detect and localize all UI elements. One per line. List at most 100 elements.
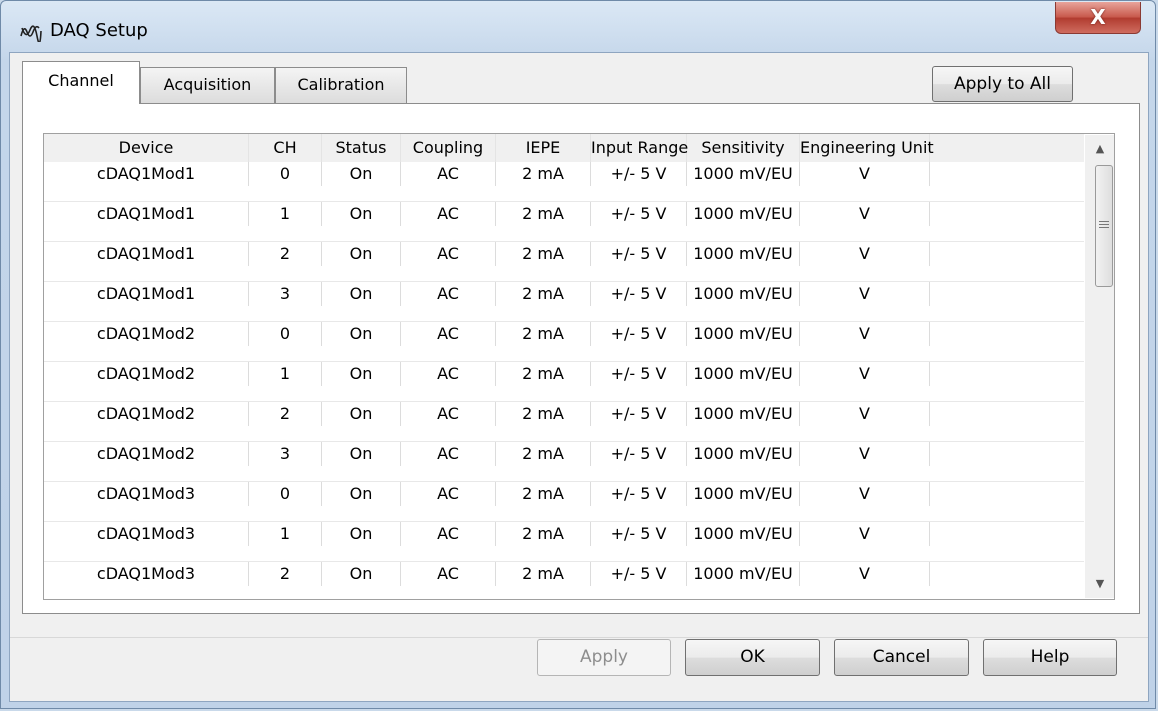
cell-coupling[interactable]: AC xyxy=(401,402,496,426)
column-header-input-range[interactable]: Input Range xyxy=(591,134,688,162)
cell-device[interactable]: cDAQ1Mod1 xyxy=(44,202,249,226)
close-button[interactable]: X xyxy=(1055,2,1141,34)
cell-sensitivity[interactable]: 1000 mV/EU xyxy=(687,162,800,186)
tab-acquisition[interactable]: Acquisition xyxy=(140,67,275,103)
cell-input-range[interactable]: +/- 5 V xyxy=(591,322,687,346)
table-row[interactable]: cDAQ1Mod2 1 On AC 2 mA +/- 5 V 1000 mV/EU V xyxy=(44,362,1084,402)
cell-coupling[interactable]: AC xyxy=(401,362,496,386)
cell-coupling[interactable]: AC xyxy=(401,322,496,346)
column-header-status[interactable]: Status xyxy=(322,134,401,162)
column-header-sensitivity[interactable]: Sensitivity xyxy=(687,134,800,162)
cell-coupling[interactable]: AC xyxy=(401,562,496,586)
cell-iepe[interactable]: 2 mA xyxy=(496,442,591,466)
cell-engineering-unit[interactable]: V xyxy=(800,522,930,546)
cell-input-range[interactable]: +/- 5 V xyxy=(591,242,687,266)
cell-coupling[interactable]: AC xyxy=(401,522,496,546)
cell-sensitivity[interactable]: 1000 mV/EU xyxy=(687,362,800,386)
cell-engineering-unit[interactable]: V xyxy=(800,282,930,306)
cell-engineering-unit[interactable]: V xyxy=(800,562,930,586)
cell-ch[interactable]: 0 xyxy=(249,322,322,346)
cell-ch[interactable]: 1 xyxy=(249,202,322,226)
vertical-scrollbar[interactable]: ▲ ▼ xyxy=(1085,135,1114,598)
cell-device[interactable]: cDAQ1Mod1 xyxy=(44,282,249,306)
cell-engineering-unit[interactable]: V xyxy=(800,162,930,186)
cell-iepe[interactable]: 2 mA xyxy=(496,402,591,426)
ok-button[interactable]: OK xyxy=(685,639,820,676)
tab-channel[interactable]: Channel xyxy=(22,61,140,104)
cell-engineering-unit[interactable]: V xyxy=(800,202,930,226)
cell-sensitivity[interactable]: 1000 mV/EU xyxy=(687,242,800,266)
cell-sensitivity[interactable]: 1000 mV/EU xyxy=(687,442,800,466)
cell-ch[interactable]: 2 xyxy=(249,242,322,266)
cell-sensitivity[interactable]: 1000 mV/EU xyxy=(687,202,800,226)
table-row[interactable]: cDAQ1Mod2 2 On AC 2 mA +/- 5 V 1000 mV/EU V xyxy=(44,402,1084,442)
cell-ch[interactable]: 2 xyxy=(249,562,322,586)
cell-input-range[interactable]: +/- 5 V xyxy=(591,482,687,506)
cell-input-range[interactable]: +/- 5 V xyxy=(591,442,687,466)
cell-status[interactable]: On xyxy=(322,282,401,306)
cell-engineering-unit[interactable]: V xyxy=(800,482,930,506)
cell-iepe[interactable]: 2 mA xyxy=(496,562,591,586)
cell-engineering-unit[interactable]: V xyxy=(800,322,930,346)
cell-iepe[interactable]: 2 mA xyxy=(496,482,591,506)
cell-status[interactable]: On xyxy=(322,162,401,186)
cell-engineering-unit[interactable]: V xyxy=(800,402,930,426)
scroll-up-arrow-icon[interactable]: ▲ xyxy=(1085,135,1114,163)
cell-device[interactable]: cDAQ1Mod1 xyxy=(44,162,249,186)
cell-sensitivity[interactable]: 1000 mV/EU xyxy=(687,282,800,306)
cell-coupling[interactable]: AC xyxy=(401,482,496,506)
cell-engineering-unit[interactable]: V xyxy=(800,362,930,386)
column-header-ch[interactable]: CH xyxy=(249,134,322,162)
table-row[interactable]: cDAQ1Mod2 0 On AC 2 mA +/- 5 V 1000 mV/EU V xyxy=(44,322,1084,362)
cell-sensitivity[interactable]: 1000 mV/EU xyxy=(687,482,800,506)
cell-input-range[interactable]: +/- 5 V xyxy=(591,402,687,426)
tab-calibration[interactable]: Calibration xyxy=(275,67,407,103)
cell-status[interactable]: On xyxy=(322,322,401,346)
cell-ch[interactable]: 2 xyxy=(249,402,322,426)
cell-input-range[interactable]: +/- 5 V xyxy=(591,162,687,186)
column-header-device[interactable]: Device xyxy=(44,134,249,162)
cell-coupling[interactable]: AC xyxy=(401,202,496,226)
cell-coupling[interactable]: AC xyxy=(401,282,496,306)
table-row[interactable]: cDAQ1Mod3 2 On AC 2 mA +/- 5 V 1000 mV/EU V xyxy=(44,562,1084,599)
table-row[interactable]: cDAQ1Mod1 3 On AC 2 mA +/- 5 V 1000 mV/EU V xyxy=(44,282,1084,322)
cell-ch[interactable]: 0 xyxy=(249,162,322,186)
column-header-coupling[interactable]: Coupling xyxy=(401,134,496,162)
cell-device[interactable]: cDAQ1Mod2 xyxy=(44,402,249,426)
cell-engineering-unit[interactable]: V xyxy=(800,442,930,466)
apply-button[interactable]: Apply xyxy=(537,639,671,676)
cell-coupling[interactable]: AC xyxy=(401,162,496,186)
cell-iepe[interactable]: 2 mA xyxy=(496,322,591,346)
cell-device[interactable]: cDAQ1Mod2 xyxy=(44,322,249,346)
cell-iepe[interactable]: 2 mA xyxy=(496,522,591,546)
cell-input-range[interactable]: +/- 5 V xyxy=(591,282,687,306)
cell-coupling[interactable]: AC xyxy=(401,242,496,266)
cell-iepe[interactable]: 2 mA xyxy=(496,162,591,186)
cell-device[interactable]: cDAQ1Mod3 xyxy=(44,562,249,586)
cell-coupling[interactable]: AC xyxy=(401,442,496,466)
cell-device[interactable]: cDAQ1Mod3 xyxy=(44,482,249,506)
scroll-thumb[interactable] xyxy=(1095,165,1113,287)
cell-status[interactable]: On xyxy=(322,522,401,546)
scroll-down-arrow-icon[interactable]: ▼ xyxy=(1085,570,1114,598)
cell-ch[interactable]: 3 xyxy=(249,282,322,306)
table-row[interactable]: cDAQ1Mod1 1 On AC 2 mA +/- 5 V 1000 mV/EU V xyxy=(44,202,1084,242)
cell-iepe[interactable]: 2 mA xyxy=(496,362,591,386)
cell-ch[interactable]: 1 xyxy=(249,362,322,386)
cell-ch[interactable]: 0 xyxy=(249,482,322,506)
cell-ch[interactable]: 3 xyxy=(249,442,322,466)
cell-sensitivity[interactable]: 1000 mV/EU xyxy=(687,402,800,426)
cell-input-range[interactable]: +/- 5 V xyxy=(591,202,687,226)
table-row[interactable]: cDAQ1Mod1 0 On AC 2 mA +/- 5 V 1000 mV/EU V xyxy=(44,162,1084,202)
cell-status[interactable]: On xyxy=(322,482,401,506)
cell-input-range[interactable]: +/- 5 V xyxy=(591,562,687,586)
table-row[interactable]: cDAQ1Mod3 0 On AC 2 mA +/- 5 V 1000 mV/EU V xyxy=(44,482,1084,522)
table-row[interactable]: cDAQ1Mod3 1 On AC 2 mA +/- 5 V 1000 mV/EU V xyxy=(44,522,1084,562)
cell-status[interactable]: On xyxy=(322,442,401,466)
cell-device[interactable]: cDAQ1Mod2 xyxy=(44,362,249,386)
cell-status[interactable]: On xyxy=(322,562,401,586)
cell-engineering-unit[interactable]: V xyxy=(800,242,930,266)
cancel-button[interactable]: Cancel xyxy=(834,639,969,676)
cell-input-range[interactable]: +/- 5 V xyxy=(591,522,687,546)
cell-device[interactable]: cDAQ1Mod2 xyxy=(44,442,249,466)
